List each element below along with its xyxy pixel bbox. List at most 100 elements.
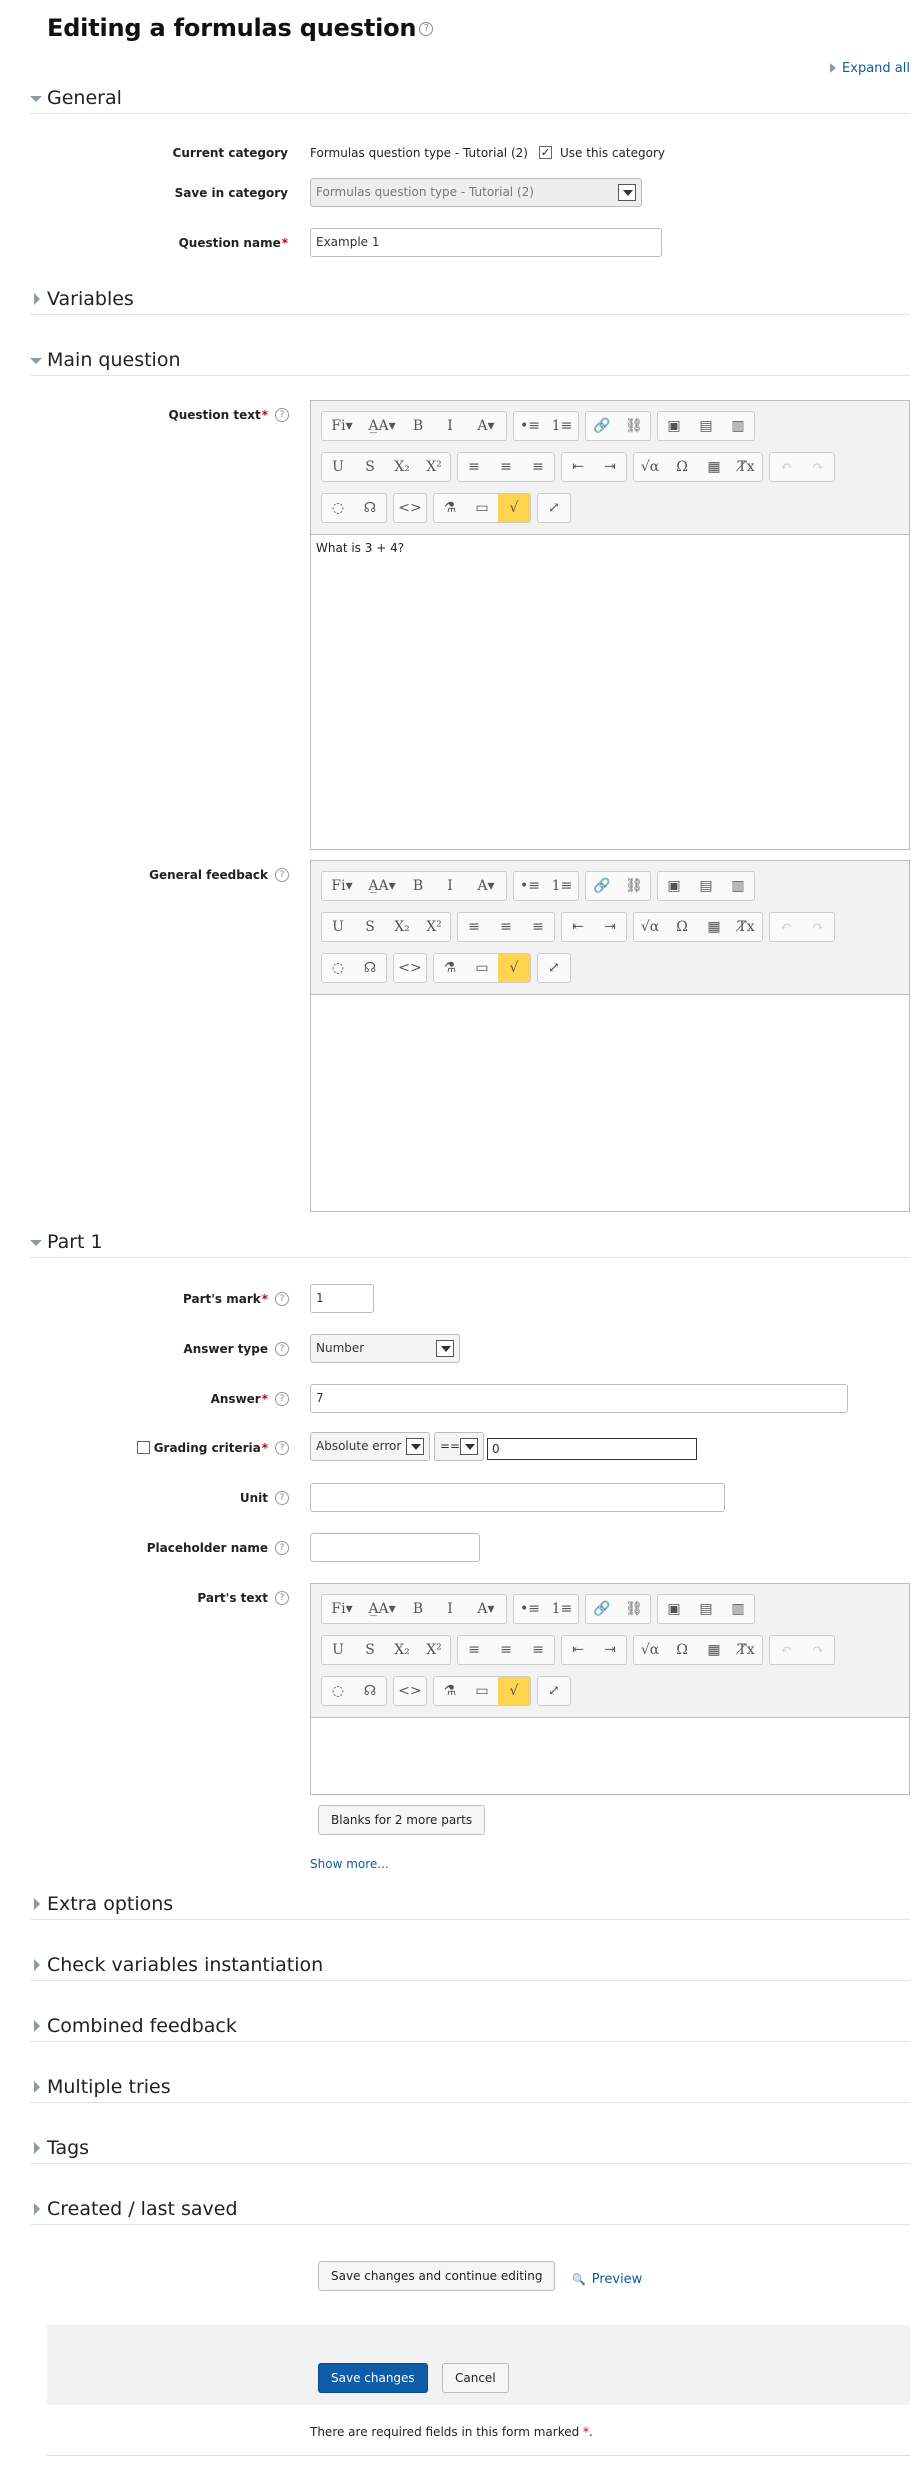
toolbar-button-icon[interactable]: ◌ bbox=[322, 954, 354, 982]
section-multiple-tries[interactable]: Multiple tries bbox=[30, 2075, 910, 2103]
toolbar-button-icon[interactable]: ◌ bbox=[322, 494, 354, 522]
toolbar-button-icon[interactable]: ◌ bbox=[322, 1677, 354, 1705]
toolbar-button-icon[interactable]: Fi▾ bbox=[322, 1595, 362, 1623]
toolbar-button-icon[interactable]: √α bbox=[634, 913, 666, 941]
toolbar-button-icon[interactable]: X² bbox=[418, 453, 450, 481]
toolbar-button-icon[interactable]: ⇤ bbox=[562, 913, 594, 941]
toolbar-button-icon[interactable]: ▭ bbox=[466, 494, 498, 522]
toolbar-button-icon[interactable]: 🔗 bbox=[586, 1595, 618, 1623]
toolbar-button-icon[interactable]: I bbox=[434, 412, 466, 440]
save-and-continue-button[interactable]: Save changes and continue editing bbox=[318, 2261, 556, 2291]
toolbar-button-icon[interactable]: <> bbox=[394, 954, 426, 982]
toolbar-button-icon[interactable]: √ bbox=[498, 954, 530, 982]
toolbar-button-icon[interactable]: ▣ bbox=[658, 1595, 690, 1623]
grading-value-input[interactable]: 0 bbox=[487, 1438, 697, 1460]
toolbar-button-icon[interactable]: S bbox=[354, 453, 386, 481]
toolbar-button-icon[interactable]: √α bbox=[634, 1636, 666, 1664]
answer-type-select[interactable]: Number bbox=[310, 1334, 460, 1363]
toolbar-button-icon[interactable]: S bbox=[354, 913, 386, 941]
save-category-select[interactable]: Formulas question type - Tutorial (2) bbox=[310, 178, 642, 207]
toolbar-button-icon[interactable]: ▥ bbox=[722, 412, 754, 440]
help-icon[interactable]: ? bbox=[275, 1392, 289, 1406]
section-check-variables[interactable]: Check variables instantiation bbox=[30, 1953, 910, 1981]
toolbar-button-icon[interactable]: Ω bbox=[666, 453, 698, 481]
toolbar-button-icon[interactable]: ▥ bbox=[722, 1595, 754, 1623]
toolbar-button-icon[interactable]: <> bbox=[394, 1677, 426, 1705]
toolbar-button-icon[interactable]: ⛓ bbox=[618, 872, 650, 900]
toolbar-button-icon[interactable]: B bbox=[402, 412, 434, 440]
section-part-1[interactable]: Part 1 bbox=[30, 1230, 910, 1258]
section-tags[interactable]: Tags bbox=[30, 2136, 910, 2164]
toolbar-button-icon[interactable]: T̸x bbox=[730, 913, 762, 941]
blanks-more-parts-button[interactable]: Blanks for 2 more parts bbox=[318, 1805, 486, 1835]
toolbar-button-icon[interactable]: ▤ bbox=[690, 1595, 722, 1623]
section-extra-options[interactable]: Extra options bbox=[30, 1892, 910, 1920]
toolbar-button-icon[interactable]: ⇤ bbox=[562, 1636, 594, 1664]
toolbar-button-icon[interactable]: ⛓ bbox=[618, 412, 650, 440]
question-name-input[interactable]: Example 1 bbox=[310, 228, 662, 257]
answer-input[interactable]: 7 bbox=[310, 1384, 848, 1413]
section-main-question[interactable]: Main question bbox=[30, 348, 910, 376]
toolbar-button-icon[interactable]: Fi▾ bbox=[322, 412, 362, 440]
toolbar-button-icon[interactable]: •≡ bbox=[514, 872, 546, 900]
toolbar-button-icon[interactable]: <> bbox=[394, 494, 426, 522]
toolbar-button-icon[interactable]: ≡ bbox=[522, 453, 554, 481]
toolbar-button-icon[interactable]: ⇥ bbox=[594, 913, 626, 941]
toolbar-button-icon[interactable]: ≡ bbox=[490, 453, 522, 481]
expand-all-link[interactable]: Expand all bbox=[830, 61, 910, 76]
toolbar-button-icon[interactable]: A̲A▾ bbox=[362, 412, 402, 440]
toolbar-button-icon[interactable]: ▣ bbox=[658, 412, 690, 440]
toolbar-button-icon[interactable]: Fi▾ bbox=[322, 872, 362, 900]
toolbar-button-icon[interactable]: ⤢ bbox=[538, 954, 570, 982]
toolbar-button-icon[interactable]: ↶ bbox=[770, 913, 802, 941]
help-icon[interactable]: ? bbox=[275, 1591, 289, 1605]
toolbar-button-icon[interactable]: √ bbox=[498, 1677, 530, 1705]
question-text-area[interactable]: What is 3 + 4? bbox=[311, 534, 909, 849]
toolbar-button-icon[interactable]: ⛓ bbox=[618, 1595, 650, 1623]
toolbar-button-icon[interactable]: ☊ bbox=[354, 494, 386, 522]
toolbar-button-icon[interactable]: ↷ bbox=[802, 453, 834, 481]
toolbar-button-icon[interactable]: S bbox=[354, 1636, 386, 1664]
toolbar-button-icon[interactable]: 🔗 bbox=[586, 412, 618, 440]
toolbar-button-icon[interactable]: ▥ bbox=[722, 872, 754, 900]
toolbar-button-icon[interactable]: B bbox=[402, 872, 434, 900]
toolbar-button-icon[interactable]: I bbox=[434, 1595, 466, 1623]
section-combined-feedback[interactable]: Combined feedback bbox=[30, 2014, 910, 2042]
toolbar-button-icon[interactable]: ▦ bbox=[698, 913, 730, 941]
toolbar-button-icon[interactable]: ≡ bbox=[522, 913, 554, 941]
toolbar-button-icon[interactable]: A̲A▾ bbox=[362, 1595, 402, 1623]
toolbar-button-icon[interactable]: ▭ bbox=[466, 1677, 498, 1705]
toolbar-button-icon[interactable]: ▦ bbox=[698, 1636, 730, 1664]
toolbar-button-icon[interactable]: A▾ bbox=[466, 1595, 506, 1623]
toolbar-button-icon[interactable]: ▤ bbox=[690, 872, 722, 900]
toolbar-button-icon[interactable]: ☊ bbox=[354, 1677, 386, 1705]
toolbar-button-icon[interactable]: 1≡ bbox=[546, 412, 578, 440]
grading-operator-select[interactable]: == bbox=[434, 1432, 484, 1461]
toolbar-button-icon[interactable]: Ω bbox=[666, 913, 698, 941]
toolbar-button-icon[interactable]: ≡ bbox=[490, 913, 522, 941]
toolbar-button-icon[interactable]: ▦ bbox=[698, 453, 730, 481]
toolbar-button-icon[interactable]: ↷ bbox=[802, 1636, 834, 1664]
toolbar-button-icon[interactable]: ↶ bbox=[770, 1636, 802, 1664]
use-category-checkbox[interactable]: ✓ bbox=[539, 146, 552, 159]
toolbar-button-icon[interactable]: B bbox=[402, 1595, 434, 1623]
toolbar-button-icon[interactable]: ⤢ bbox=[538, 1677, 570, 1705]
grading-type-select[interactable]: Absolute error bbox=[310, 1432, 430, 1461]
general-feedback-area[interactable] bbox=[311, 994, 909, 1211]
save-changes-button[interactable]: Save changes bbox=[318, 2363, 428, 2393]
toolbar-button-icon[interactable]: I bbox=[434, 872, 466, 900]
toolbar-button-icon[interactable]: T̸x bbox=[730, 1636, 762, 1664]
toolbar-button-icon[interactable]: Ω bbox=[666, 1636, 698, 1664]
toolbar-button-icon[interactable]: ⚗ bbox=[434, 494, 466, 522]
toolbar-button-icon[interactable]: U bbox=[322, 1636, 354, 1664]
toolbar-button-icon[interactable]: X₂ bbox=[386, 913, 418, 941]
toolbar-button-icon[interactable]: X₂ bbox=[386, 453, 418, 481]
toolbar-button-icon[interactable]: X₂ bbox=[386, 1636, 418, 1664]
toolbar-button-icon[interactable]: U bbox=[322, 453, 354, 481]
toolbar-button-icon[interactable]: ≡ bbox=[458, 453, 490, 481]
toolbar-button-icon[interactable]: ≡ bbox=[458, 913, 490, 941]
toolbar-button-icon[interactable]: ≡ bbox=[522, 1636, 554, 1664]
unit-input[interactable] bbox=[310, 1483, 725, 1512]
toolbar-button-icon[interactable]: ⚗ bbox=[434, 954, 466, 982]
toolbar-button-icon[interactable]: ▭ bbox=[466, 954, 498, 982]
